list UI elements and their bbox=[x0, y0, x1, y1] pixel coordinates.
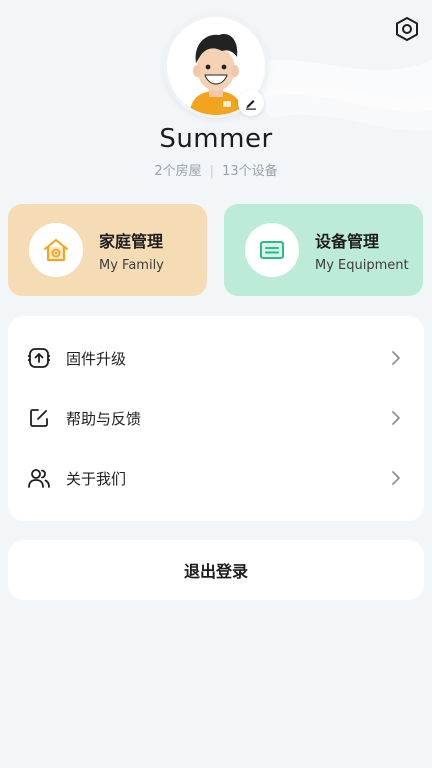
home-icon bbox=[44, 239, 68, 261]
settings-hexagon-icon bbox=[396, 17, 418, 41]
feedback-edit-icon bbox=[26, 405, 52, 431]
username: Summer bbox=[159, 124, 273, 154]
chevron-right-icon bbox=[392, 351, 400, 365]
menu-item-label: 固件升级 bbox=[66, 349, 127, 368]
users-icon bbox=[26, 465, 52, 491]
menu-item-label: 关于我们 bbox=[66, 469, 127, 488]
settings-button[interactable] bbox=[392, 14, 422, 44]
chevron-right-icon bbox=[392, 411, 400, 425]
pencil-icon bbox=[246, 100, 256, 110]
menu-item-label: 帮助与反馈 bbox=[66, 409, 142, 428]
family-management-card[interactable]: 家庭管理 My Family bbox=[8, 204, 207, 296]
chevron-right-icon bbox=[392, 471, 400, 485]
family-card-icon-wrap bbox=[29, 223, 83, 277]
devices-count: 13个设备 bbox=[222, 164, 278, 179]
rooms-count: 2个房屋 bbox=[154, 164, 202, 179]
menu-item-help-feedback[interactable]: 帮助与反馈 bbox=[8, 391, 424, 445]
logout-button[interactable]: 退出登录 bbox=[8, 540, 424, 600]
equipment-card-subtitle: My Equipment bbox=[315, 257, 409, 273]
stats-separator: | bbox=[209, 164, 215, 179]
avatar-container[interactable] bbox=[164, 14, 268, 118]
menu-item-about-us[interactable]: 关于我们 bbox=[8, 451, 424, 505]
family-card-subtitle: My Family bbox=[99, 257, 164, 273]
equipment-card-icon-wrap bbox=[245, 223, 299, 277]
family-card-title: 家庭管理 bbox=[99, 231, 164, 251]
settings-menu: 固件升级 帮助与反馈 关于我们 bbox=[8, 316, 424, 521]
edit-avatar-button[interactable] bbox=[238, 90, 264, 116]
firmware-upgrade-icon bbox=[26, 345, 52, 371]
equipment-card-title: 设备管理 bbox=[315, 231, 380, 251]
equipment-management-card[interactable]: 设备管理 My Equipment bbox=[224, 204, 423, 296]
menu-item-firmware-upgrade[interactable]: 固件升级 bbox=[8, 331, 424, 385]
device-card-icon bbox=[260, 241, 284, 259]
profile-stats: 2个房屋 | 13个设备 bbox=[0, 160, 432, 179]
